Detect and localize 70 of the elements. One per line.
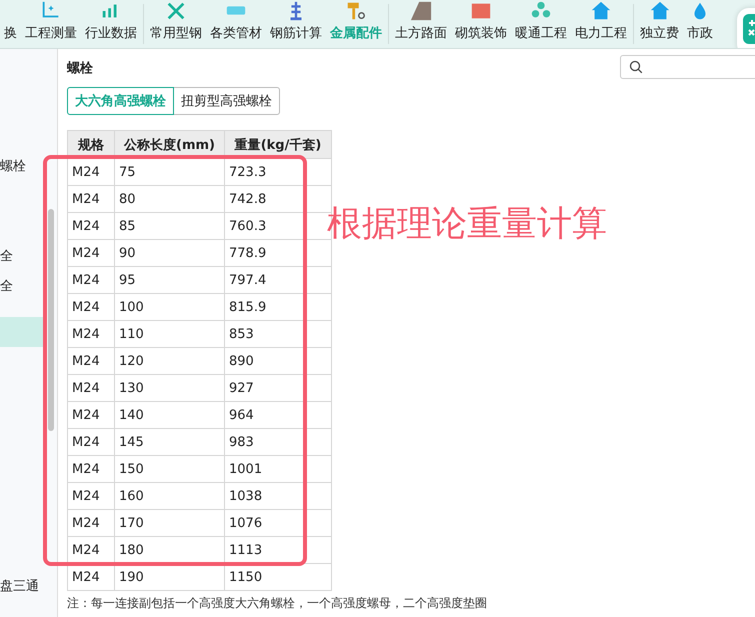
sidebar-item[interactable]: 盘三通: [0, 571, 44, 601]
table-cell: M24: [68, 240, 114, 266]
table-cell: 100: [114, 294, 224, 320]
table-cell: 170: [114, 510, 224, 536]
table-cell: 75: [114, 158, 224, 186]
nav-tab[interactable]: 市政: [683, 0, 717, 48]
table-cell: 120: [114, 348, 224, 374]
nav-tab[interactable]: 换: [0, 0, 21, 48]
nav-tab[interactable]: 暖通工程: [511, 0, 571, 48]
search-icon: [629, 60, 643, 74]
table-cell: 1076: [224, 510, 332, 536]
table-cell: M24: [68, 212, 114, 240]
table-cell: M24: [68, 374, 114, 402]
sidebar-item[interactable]: 螺栓: [0, 151, 44, 181]
table-cell: 964: [224, 402, 332, 428]
table-cell: 95: [114, 266, 224, 294]
table-cell: 190: [114, 564, 224, 590]
table-cell: M24: [68, 402, 114, 428]
table-cell: 1001: [224, 456, 332, 482]
table-cell: 853: [224, 320, 332, 348]
table-cell: M24: [68, 348, 114, 374]
column-header: 重量(kg/千套): [224, 130, 332, 158]
nav-tab[interactable]: 土方路面: [391, 0, 451, 48]
nav-tab[interactable]: 常用型钢: [146, 0, 206, 48]
nav-tab[interactable]: 工程测量: [21, 0, 81, 48]
sidebar-item[interactable]: 全: [0, 241, 44, 271]
table-cell: M24: [68, 510, 114, 536]
nav-tab[interactable]: 砌筑装饰: [451, 0, 511, 48]
table-cell: 85: [114, 212, 224, 240]
section-title: 螺栓: [67, 60, 93, 77]
table-cell: 130: [114, 374, 224, 402]
table-cell: M24: [68, 186, 114, 212]
table-cell: M24: [68, 428, 114, 456]
sidebar-item[interactable]: [0, 317, 44, 347]
table-cell: 1150: [224, 564, 332, 590]
tab[interactable]: 扭剪型高强螺栓: [173, 87, 280, 115]
nav-tab[interactable]: 独立费: [636, 0, 683, 48]
nav-tab[interactable]: 行业数据: [81, 0, 141, 48]
table-cell: 1038: [224, 482, 332, 510]
table-cell: 145: [114, 428, 224, 456]
scrollbar-thumb[interactable]: [48, 209, 54, 431]
nav-tab[interactable]: 钢筋计算: [266, 0, 326, 48]
table-cell: 815.9: [224, 294, 332, 320]
table-cell: 110: [114, 320, 224, 348]
table-cell: 150: [114, 456, 224, 482]
table-cell: 778.9: [224, 240, 332, 266]
table-cell: 797.4: [224, 266, 332, 294]
table-cell: M24: [68, 294, 114, 320]
table-cell: 742.8: [224, 186, 332, 212]
search-field[interactable]: [620, 55, 755, 79]
nav-tab[interactable]: 电力工程: [571, 0, 631, 48]
table-cell: 90: [114, 240, 224, 266]
table-cell: M24: [68, 536, 114, 564]
table-cell: 80: [114, 186, 224, 212]
table-cell: 160: [114, 482, 224, 510]
house-icon: [648, 0, 670, 22]
table-cell: 890: [224, 348, 332, 374]
table-cell: M24: [68, 266, 114, 294]
table-cell: 983: [224, 428, 332, 456]
nav-tab[interactable]: 各类管材: [206, 0, 266, 48]
sidebar-item[interactable]: 全: [0, 271, 44, 301]
house-icon: [590, 0, 612, 22]
table-cell: 140: [114, 402, 224, 428]
table-cell: M24: [68, 456, 114, 482]
table-cell: M24: [68, 482, 114, 510]
note-text: 注：每一连接副包括一个高强度大六角螺栓，一个高强度螺母，二个高强度垫圈: [67, 595, 487, 612]
table-cell: 927: [224, 374, 332, 402]
table-cell: M24: [68, 320, 114, 348]
table-cell: M24: [68, 564, 114, 590]
table-cell: M24: [68, 158, 114, 186]
